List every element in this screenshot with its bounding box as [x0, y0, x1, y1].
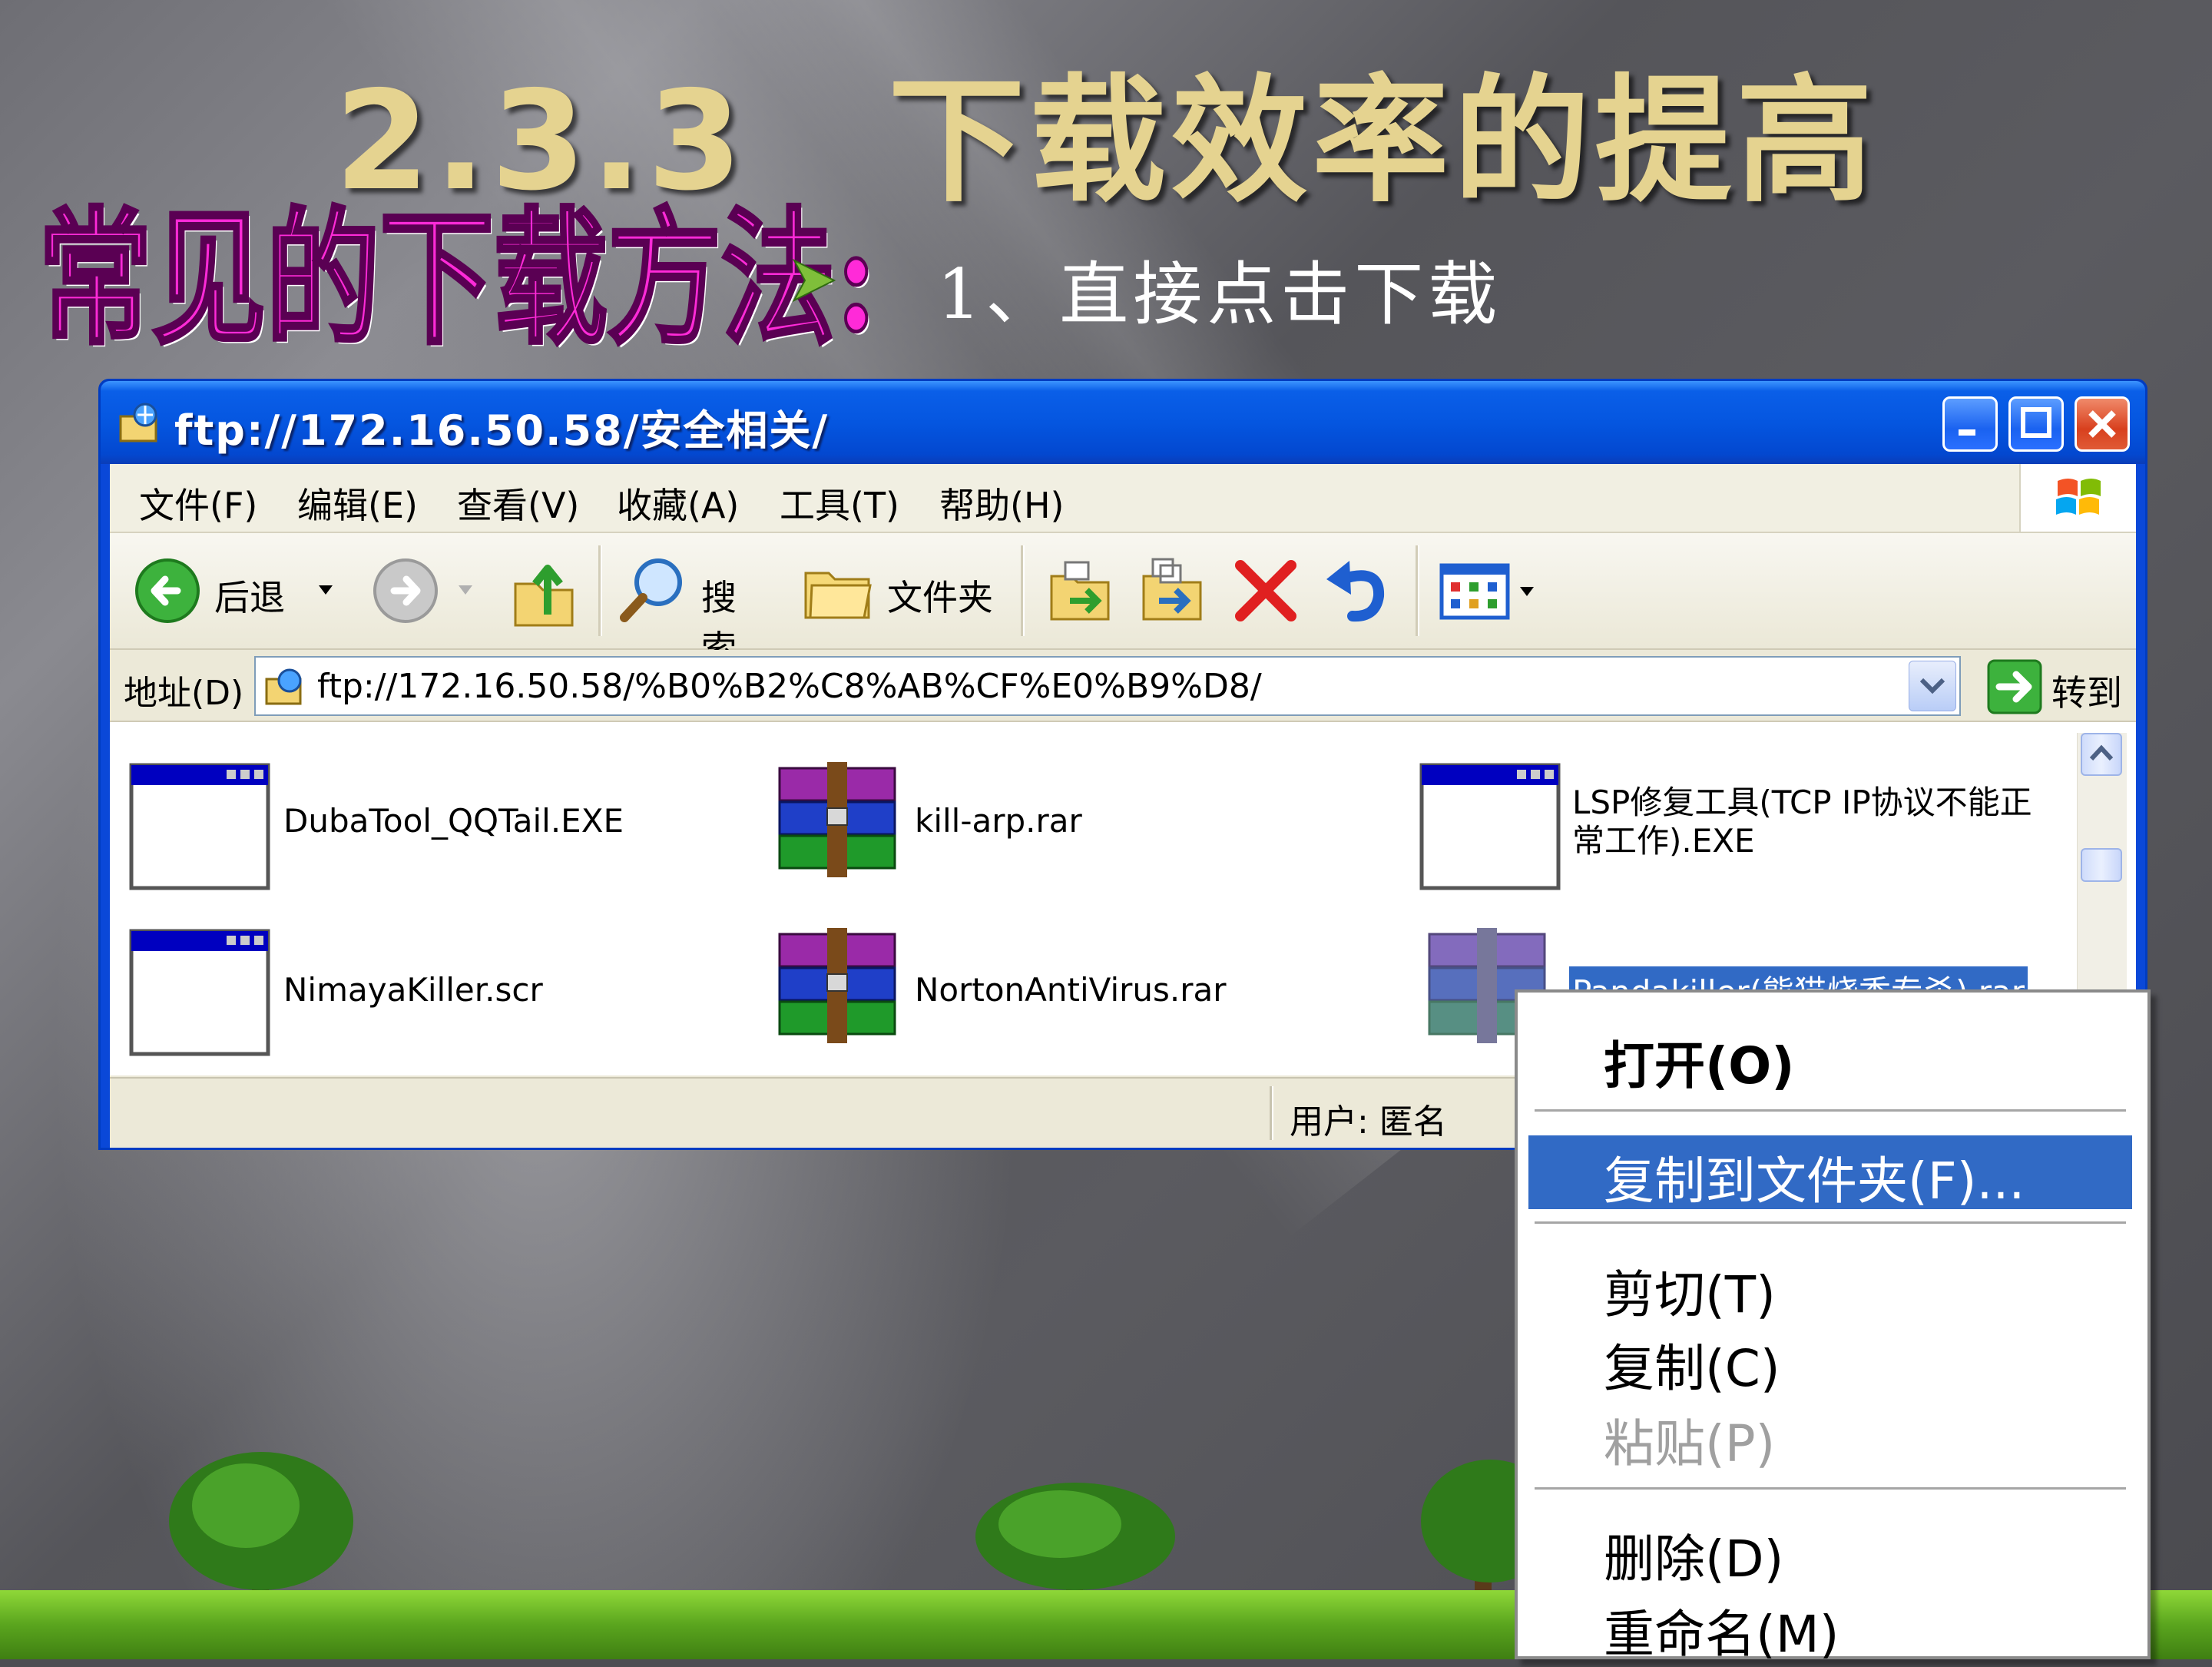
toolbar: 后退 搜索 文件夹: [110, 533, 2136, 669]
menu-help[interactable]: 帮助(H): [939, 478, 1064, 529]
delete-button[interactable]: [1231, 556, 1300, 625]
go-label[interactable]: 转到: [2051, 665, 2122, 716]
move-to-button[interactable]: [1044, 553, 1118, 630]
back-arrow-icon: [135, 558, 200, 623]
address-input[interactable]: ftp://172.16.50.58/%B0%B2%C8%AB%CF%E0%B9…: [254, 656, 1961, 716]
chevron-down-icon[interactable]: [457, 584, 474, 596]
menu-bar: 文件(F) 编辑(E) 查看(V) 收藏(A) 工具(T) 帮助(H): [110, 464, 2136, 533]
bullet-arrow-icon: [792, 258, 836, 303]
menu-paste: 粘贴(P): [1604, 1414, 1776, 1473]
menu-file[interactable]: 文件(F): [139, 478, 257, 529]
delete-x-icon: [1235, 560, 1296, 621]
menu-cut[interactable]: 剪切(T): [1604, 1254, 1776, 1327]
scroll-thumb[interactable]: [2081, 848, 2122, 882]
ftp-folder-icon: [265, 668, 302, 705]
file-name: NimayaKiller.scr: [283, 971, 543, 1009]
chevron-down-icon[interactable]: [1518, 585, 1535, 598]
back-button[interactable]: 后退: [133, 556, 356, 625]
status-user: 用户: 匿名: [1290, 1102, 1447, 1142]
up-folder-button[interactable]: [509, 553, 578, 630]
window-titlebar[interactable]: ftp://172.16.50.58/安全相关/: [101, 381, 2145, 464]
file-item[interactable]: DubaTool_QQTail.EXE: [128, 762, 758, 893]
toolbar-separator: [1021, 545, 1025, 636]
method-heading: 常见的下载方法:: [37, 191, 879, 366]
go-button[interactable]: [1987, 659, 2042, 714]
maximize-button[interactable]: [2008, 396, 2064, 452]
search-icon: [620, 558, 682, 622]
winrar-archive-icon: [778, 928, 896, 1043]
menu-favorites[interactable]: 收藏(A): [617, 478, 739, 529]
bullet-text: 1、直接点击下载: [937, 254, 1502, 335]
copy-to-button[interactable]: [1136, 553, 1210, 630]
views-grid-icon: [1439, 563, 1510, 620]
up-folder-icon: [514, 565, 574, 627]
tree-image: [169, 1452, 353, 1613]
toolbar-separator: [598, 545, 602, 636]
address-bar: 地址(D) ftp://172.16.50.58/%B0%B2%C8%AB%CF…: [110, 650, 2136, 722]
file-name: kill-arp.rar: [915, 802, 1082, 840]
minimize-button[interactable]: [1942, 396, 1998, 452]
back-label: 后退: [214, 577, 285, 618]
menu-edit[interactable]: 编辑(E): [297, 478, 418, 529]
exe-window-icon: [129, 763, 270, 890]
search-button[interactable]: 搜索: [617, 553, 770, 669]
menu-rename[interactable]: 重命名(M): [1604, 1593, 1839, 1667]
folders-icon: [804, 572, 872, 619]
chevron-down-icon: [1919, 678, 1945, 694]
minimize-icon: [1959, 429, 1975, 436]
menu-tools[interactable]: 工具(T): [780, 478, 899, 529]
address-dropdown-button[interactable]: [1909, 661, 1956, 711]
context-menu: 打开(O) 复制到文件夹(F)... 剪切(T) 复制(C) 粘贴(P) 删除(…: [1515, 989, 2151, 1664]
menu-copy-to-folder[interactable]: 复制到文件夹(F)...: [1604, 1140, 2025, 1214]
toolbar-separator: [1416, 545, 1419, 636]
file-item[interactable]: NimayaKiller.scr: [128, 928, 758, 1059]
chevron-down-icon[interactable]: [317, 584, 334, 596]
status-separator: [1270, 1086, 1273, 1140]
file-name: LSP修复工具(TCP IP协议不能正常工作).EXE: [1572, 784, 2032, 860]
scroll-up-button[interactable]: [2081, 733, 2122, 776]
move-to-folder-icon: [1050, 561, 1110, 621]
chevron-up-icon: [2089, 744, 2114, 761]
maximize-icon: [2021, 407, 2051, 438]
file-name: NortonAntiVirus.rar: [915, 971, 1227, 1009]
file-name: DubaTool_QQTail.EXE: [283, 802, 624, 840]
file-item[interactable]: LSP修复工具(TCP IP协议不能正常工作).EXE: [1419, 762, 2079, 893]
menu-separator: [1535, 1221, 2126, 1224]
menu-separator: [1535, 1487, 2126, 1490]
forward-button[interactable]: [371, 556, 494, 625]
close-button[interactable]: [2075, 396, 2130, 452]
go-arrow-icon: [1987, 659, 2042, 714]
menu-delete[interactable]: 删除(D): [1604, 1518, 1783, 1592]
winrar-archive-icon: [778, 762, 896, 877]
undo-button[interactable]: [1319, 556, 1392, 625]
folders-button[interactable]: 文件夹: [801, 553, 1001, 630]
menu-open[interactable]: 打开(O): [1604, 1025, 1794, 1099]
window-title: ftp://172.16.50.58/安全相关/: [174, 406, 830, 455]
file-item[interactable]: NortonAntiVirus.rar: [773, 928, 1373, 1059]
windows-flag-icon: [2056, 479, 2101, 515]
menu-copy[interactable]: 复制(C): [1604, 1327, 1780, 1401]
windows-logo: [2019, 464, 2136, 532]
menu-view[interactable]: 查看(V): [457, 478, 579, 529]
close-icon: [2088, 410, 2116, 438]
folders-label: 文件夹: [887, 577, 993, 618]
undo-icon: [1326, 561, 1385, 622]
menu-separator: [1535, 1109, 2126, 1112]
file-item[interactable]: kill-arp.rar: [773, 762, 1373, 893]
ftp-folder-icon: [119, 403, 157, 442]
exe-window-icon: [1419, 763, 1561, 890]
address-value: ftp://172.16.50.58/%B0%B2%C8%AB%CF%E0%B9…: [317, 667, 1262, 706]
views-button[interactable]: [1439, 559, 1546, 624]
copy-to-folder-icon: [1142, 558, 1202, 621]
exe-window-icon: [129, 929, 270, 1056]
forward-arrow-icon: [373, 558, 438, 623]
address-label: 地址(D): [124, 674, 244, 713]
